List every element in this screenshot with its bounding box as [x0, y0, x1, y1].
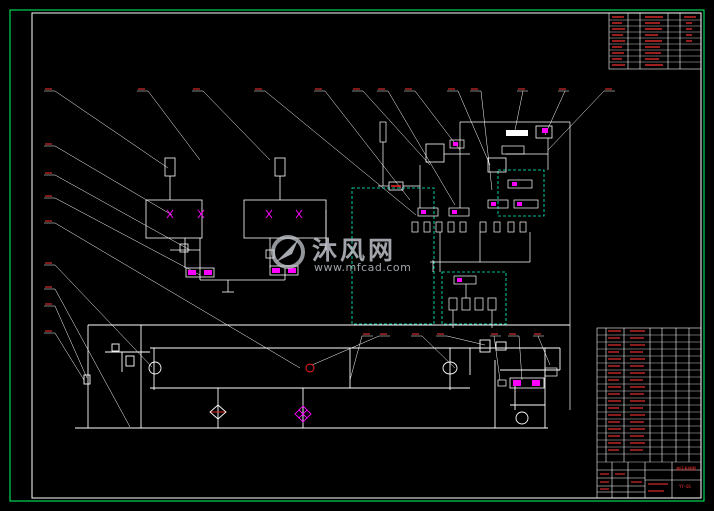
watermark: 沐风网 www.mfcad.com [268, 228, 438, 278]
mfcad-logo-icon [271, 235, 305, 269]
title-block-name: 液压系统图 [676, 466, 696, 471]
watermark-url: www.mfcad.com [314, 261, 412, 274]
title-block-code: YY-01 [679, 484, 692, 489]
